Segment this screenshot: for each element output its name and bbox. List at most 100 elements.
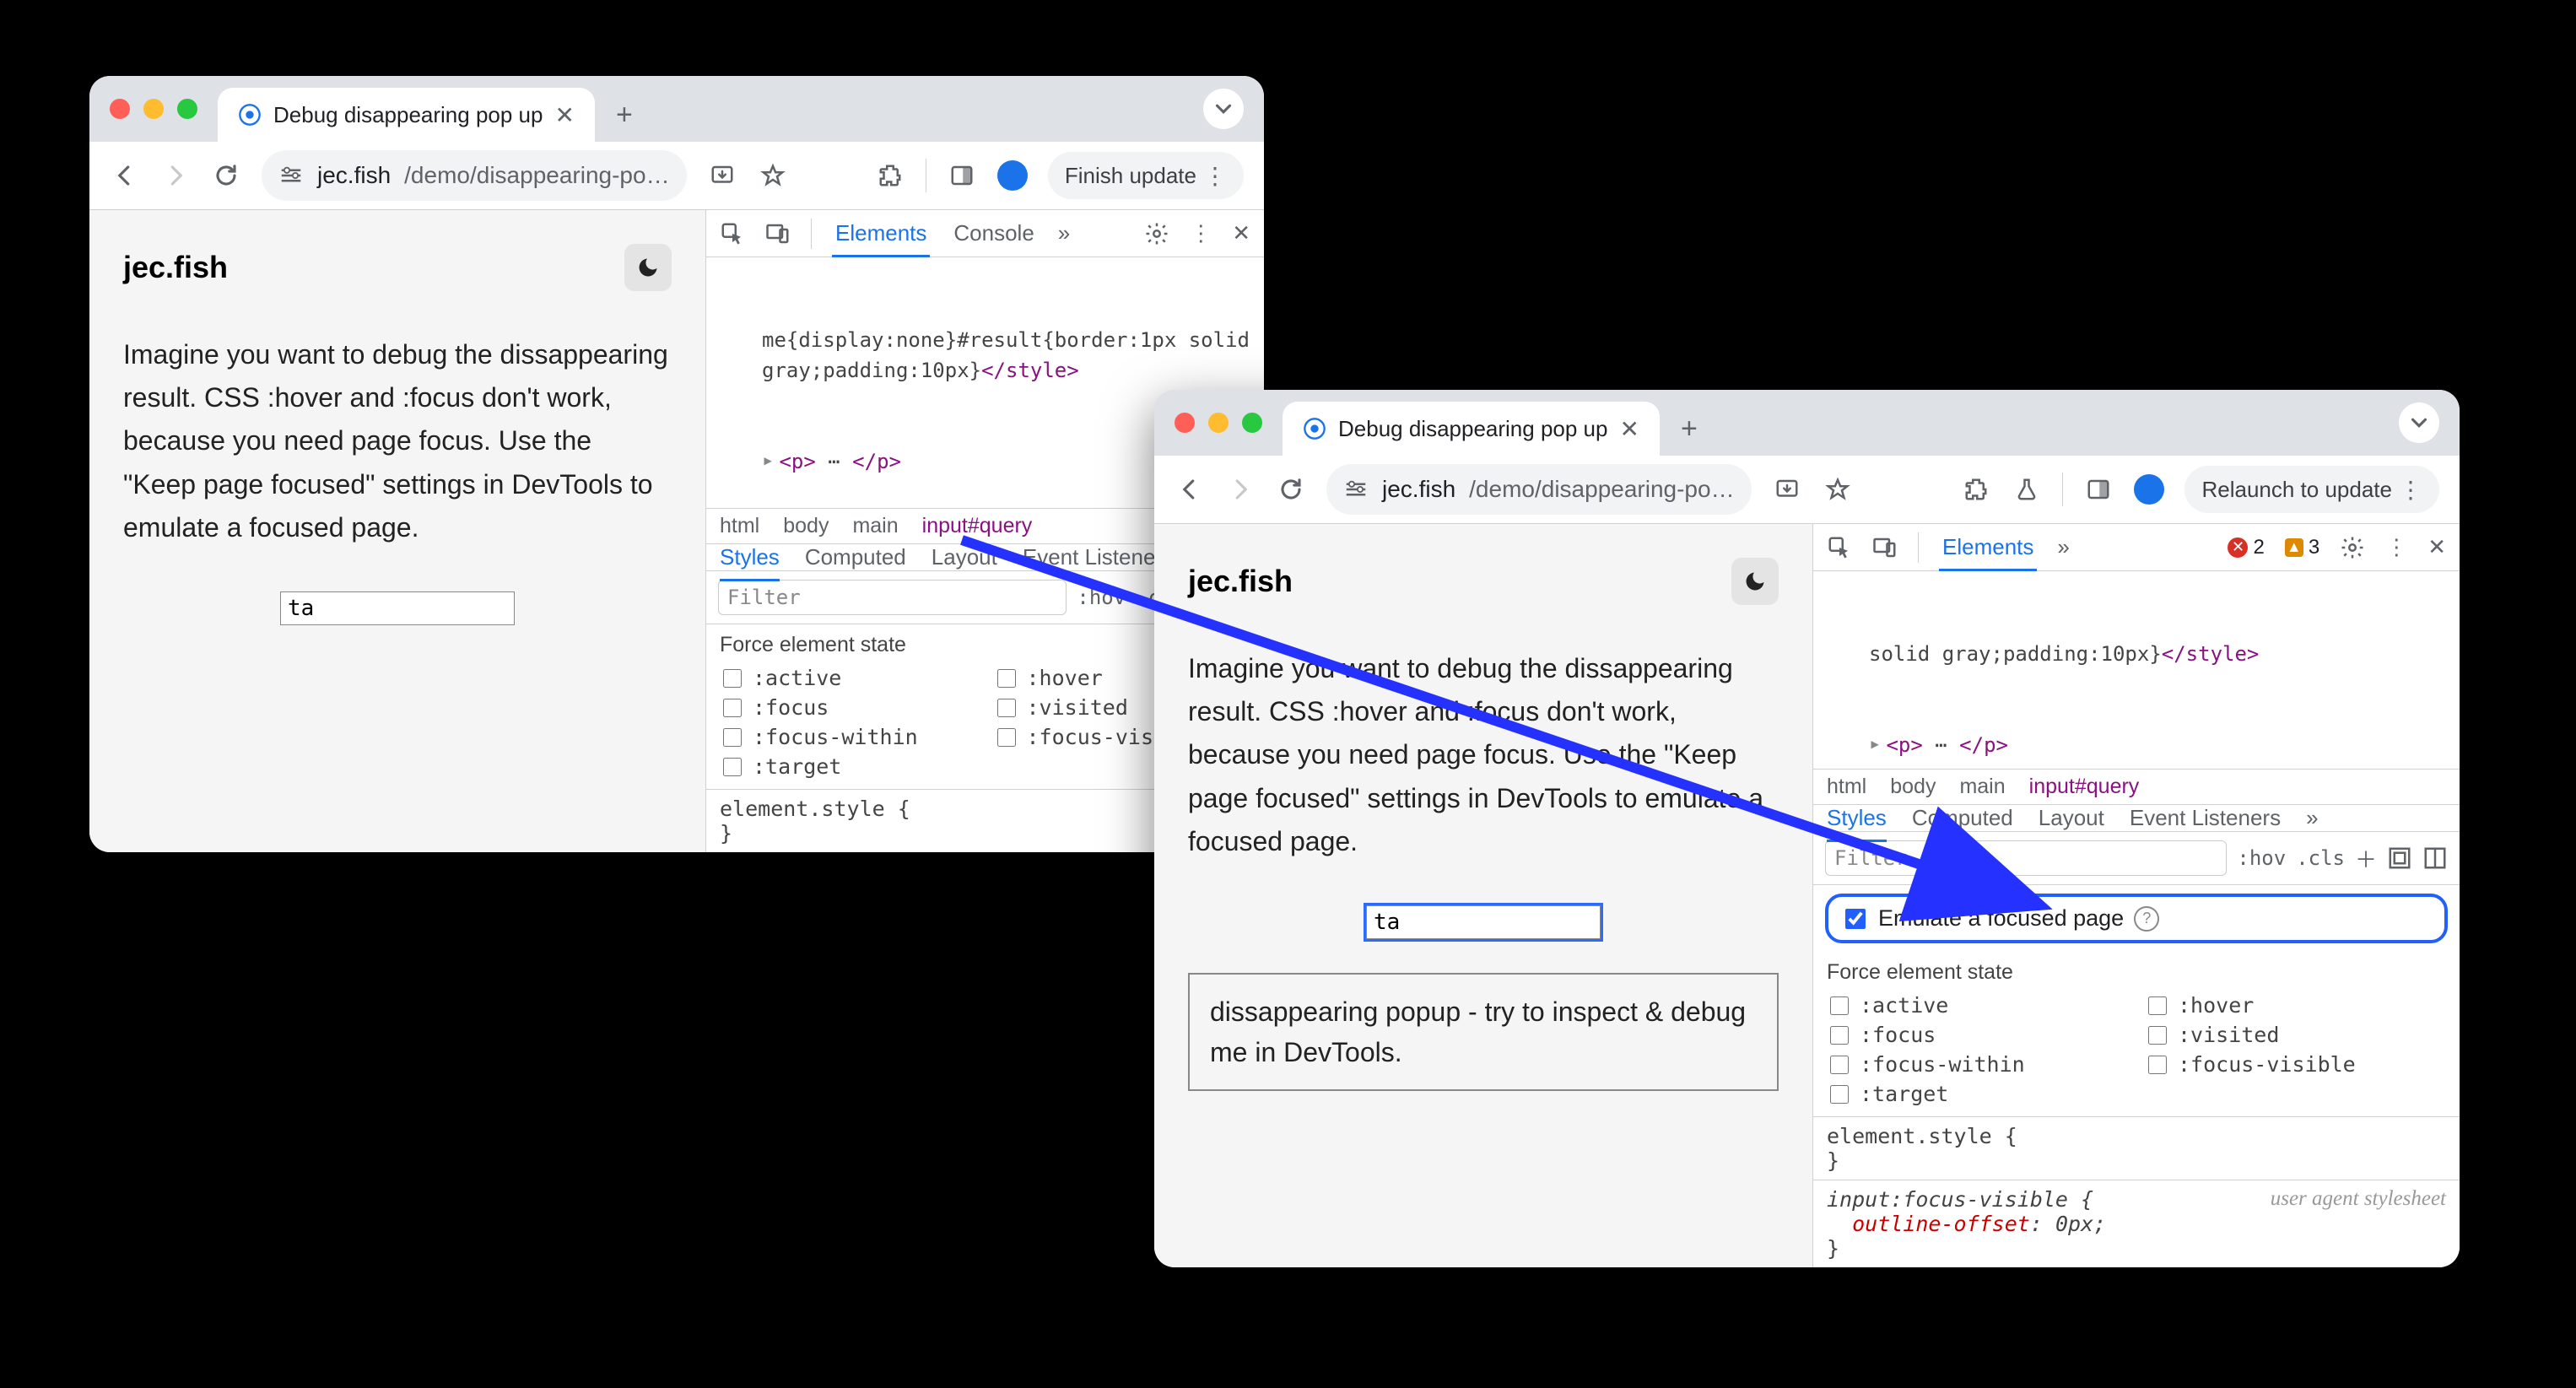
- subtab-computed[interactable]: Computed: [805, 544, 906, 570]
- settings-icon[interactable]: [2340, 535, 2365, 560]
- update-button[interactable]: Finish update ⋮: [1048, 152, 1244, 199]
- more-tabs-icon[interactable]: »: [1058, 220, 1070, 246]
- help-icon[interactable]: ?: [2134, 906, 2159, 932]
- state-target[interactable]: :target: [1827, 1082, 2128, 1106]
- cls-toggle[interactable]: .cls: [2296, 846, 2345, 870]
- install-app-icon[interactable]: [1772, 474, 1802, 505]
- close-tab-icon[interactable]: ✕: [1619, 415, 1639, 443]
- force-state-grid: :active :hover :focus :visited :focus-wi…: [1813, 993, 2460, 1116]
- force-state-heading: Force element state: [1813, 952, 2460, 993]
- maximize-window-button[interactable]: [1242, 413, 1262, 433]
- panel-layout-icon[interactable]: [2422, 845, 2448, 871]
- close-window-button[interactable]: [110, 99, 130, 119]
- profile-avatar-icon[interactable]: [997, 160, 1028, 191]
- inspect-icon[interactable]: [1827, 535, 1852, 560]
- maximize-window-button[interactable]: [177, 99, 197, 119]
- computed-toggle-icon[interactable]: [2387, 845, 2412, 871]
- minimize-window-button[interactable]: [1208, 413, 1229, 433]
- close-devtools-icon[interactable]: ✕: [2427, 534, 2446, 560]
- subtab-layout[interactable]: Layout: [932, 544, 997, 570]
- filter-input[interactable]: Filter: [1825, 840, 2227, 876]
- dark-mode-toggle[interactable]: [1731, 558, 1779, 605]
- page-title: jec.fish: [1188, 564, 1293, 599]
- query-input[interactable]: [1366, 905, 1601, 939]
- tab-strip: Debug disappearing pop up ✕ +: [1154, 390, 2460, 456]
- back-button[interactable]: [110, 160, 140, 191]
- hov-toggle[interactable]: :hov: [1077, 586, 1126, 609]
- more-subtabs-icon[interactable]: »: [2306, 805, 2318, 831]
- close-window-button[interactable]: [1175, 413, 1195, 433]
- minimize-window-button[interactable]: [143, 99, 164, 119]
- subtab-styles[interactable]: Styles: [1827, 805, 1887, 831]
- state-focus-visible[interactable]: :focus-visible: [2145, 1052, 2446, 1077]
- more-tabs-icon[interactable]: »: [2057, 534, 2069, 560]
- tab-list-button[interactable]: [1203, 89, 1244, 129]
- state-focus[interactable]: :focus: [720, 695, 977, 720]
- subtab-styles[interactable]: Styles: [720, 544, 780, 570]
- reload-button[interactable]: [211, 160, 241, 191]
- browser-tab[interactable]: Debug disappearing pop up ✕: [218, 88, 595, 142]
- hov-toggle[interactable]: :hov: [2237, 846, 2286, 870]
- dom-tree[interactable]: solid gray;padding:10px}</style> <p> ⋯ <…: [1813, 571, 2460, 770]
- state-focus-within[interactable]: :focus-within: [1827, 1052, 2128, 1077]
- kebab-icon[interactable]: ⋮: [1190, 220, 1212, 246]
- side-panel-icon[interactable]: [2083, 474, 2114, 505]
- subtab-computed[interactable]: Computed: [1912, 805, 2013, 831]
- subtab-listeners[interactable]: Event Listeners: [1023, 544, 1174, 570]
- state-visited[interactable]: :visited: [2145, 1023, 2446, 1047]
- result-popup: dissappearing popup - try to inspect & d…: [1188, 973, 1779, 1091]
- address-bar[interactable]: jec.fish/demo/disappearing-po…: [262, 150, 687, 201]
- new-tab-button[interactable]: +: [612, 102, 637, 127]
- close-devtools-icon[interactable]: ✕: [1232, 220, 1250, 246]
- error-count-badge[interactable]: ✕2: [2228, 536, 2264, 559]
- query-input[interactable]: [280, 591, 515, 625]
- extensions-icon[interactable]: [1961, 474, 1991, 505]
- state-focus[interactable]: :focus: [1827, 1023, 2128, 1047]
- user-agent-style-block[interactable]: user agent stylesheet input:focus-visibl…: [1813, 1180, 2460, 1267]
- emulate-focused-page-option[interactable]: Emulate a focused page ?: [1825, 894, 2448, 943]
- back-button[interactable]: [1175, 474, 1205, 505]
- close-tab-icon[interactable]: ✕: [554, 101, 574, 129]
- breadcrumbs[interactable]: html body main input#query: [1813, 770, 2460, 805]
- forward-button[interactable]: [160, 160, 191, 191]
- url-path: /demo/disappearing-po…: [404, 162, 669, 189]
- reload-button[interactable]: [1276, 474, 1306, 505]
- device-toolbar-icon[interactable]: [765, 221, 791, 246]
- state-focus-within[interactable]: :focus-within: [720, 725, 977, 749]
- emulate-focused-checkbox[interactable]: [1845, 909, 1866, 929]
- dark-mode-toggle[interactable]: [624, 244, 672, 291]
- update-button[interactable]: Relaunch to update ⋮: [2184, 466, 2439, 513]
- tab-list-button[interactable]: [2399, 402, 2439, 443]
- install-app-icon[interactable]: [707, 160, 737, 191]
- state-target[interactable]: :target: [720, 754, 977, 779]
- filter-input[interactable]: Filter: [718, 580, 1067, 615]
- warning-count-badge[interactable]: ▲3: [2285, 536, 2319, 559]
- site-settings-icon: [278, 163, 304, 188]
- labs-icon[interactable]: [2012, 474, 2042, 505]
- element-style-block[interactable]: element.style { }: [1813, 1116, 2460, 1180]
- tab-elements[interactable]: Elements: [1939, 524, 2037, 570]
- tab-console[interactable]: Console: [950, 210, 1037, 257]
- state-hover[interactable]: :hover: [2145, 993, 2446, 1018]
- subtab-listeners[interactable]: Event Listeners: [2130, 805, 2281, 831]
- inspect-icon[interactable]: [720, 221, 745, 246]
- profile-avatar-icon[interactable]: [2134, 474, 2164, 505]
- address-bar[interactable]: jec.fish/demo/disappearing-po…: [1326, 464, 1752, 515]
- subtab-layout[interactable]: Layout: [2039, 805, 2104, 831]
- kebab-icon[interactable]: ⋮: [2385, 534, 2407, 560]
- tab-strip: Debug disappearing pop up ✕ +: [89, 76, 1264, 142]
- device-toolbar-icon[interactable]: [1872, 535, 1898, 560]
- extensions-icon[interactable]: [875, 160, 905, 191]
- tab-elements[interactable]: Elements: [832, 210, 930, 257]
- new-tab-button[interactable]: +: [1677, 416, 1702, 441]
- forward-button[interactable]: [1225, 474, 1256, 505]
- side-panel-icon[interactable]: [947, 160, 977, 191]
- browser-window-before: Debug disappearing pop up ✕ + jec.fish/d…: [89, 76, 1264, 852]
- settings-icon[interactable]: [1144, 221, 1169, 246]
- new-style-rule-icon[interactable]: ＋: [2355, 843, 2377, 874]
- state-active[interactable]: :active: [720, 666, 977, 690]
- state-active[interactable]: :active: [1827, 993, 2128, 1018]
- bookmark-icon[interactable]: [1823, 474, 1853, 505]
- bookmark-icon[interactable]: [758, 160, 788, 191]
- browser-tab[interactable]: Debug disappearing pop up ✕: [1283, 402, 1660, 456]
